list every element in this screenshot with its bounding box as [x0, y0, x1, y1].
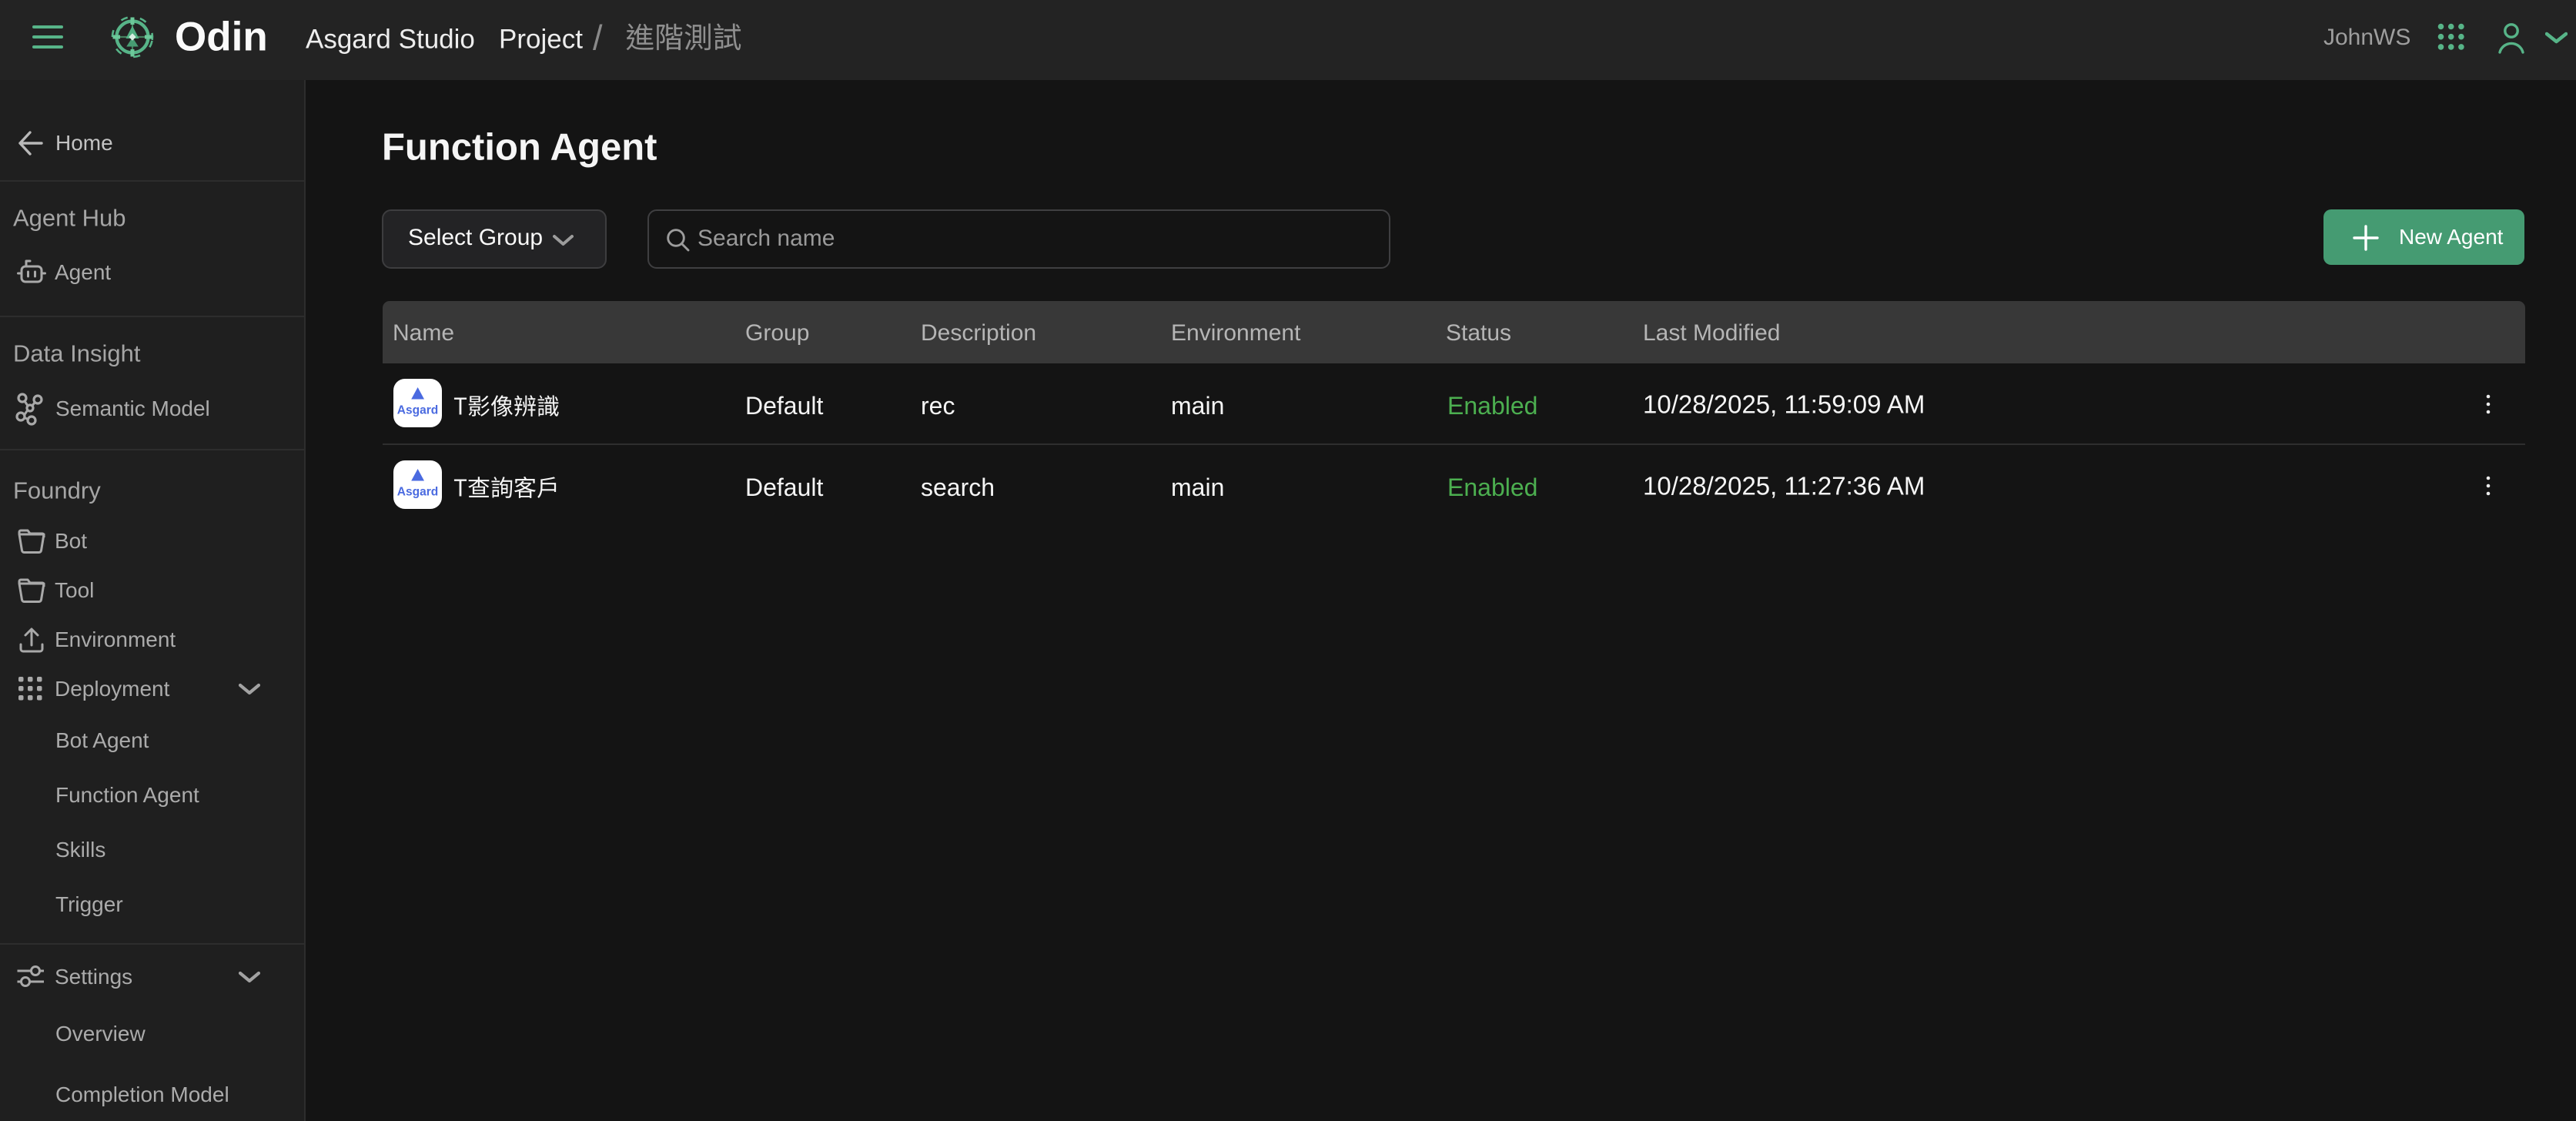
svg-text:Asgard: Asgard [397, 486, 438, 499]
svg-text:Asgard: Asgard [397, 404, 438, 417]
